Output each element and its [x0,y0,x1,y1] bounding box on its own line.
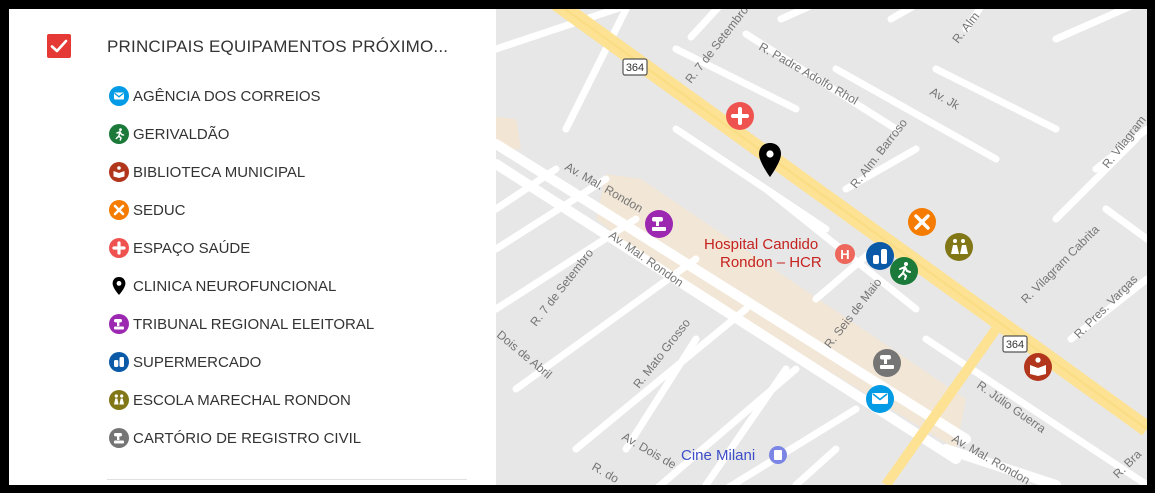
legend-item-escola[interactable]: ESCOLA MARECHAL RONDON [109,389,351,411]
legend-label: ESCOLA MARECHAL RONDON [133,391,351,409]
legend-item-supermercado[interactable]: SUPERMERCADO [109,351,261,373]
legend-label: SUPERMERCADO [133,353,262,371]
map-pin-icon [112,277,126,295]
cinema-icon[interactable] [769,446,787,464]
legend-label: BIBLIOTECA MUNICIPAL [133,163,306,181]
svg-text:R. Vilagram Cabrita: R. Vilagram Cabrita [1018,222,1102,306]
runner-icon [109,124,129,144]
route-shield-2: 364 [1002,335,1028,353]
map-canvas[interactable]: 364 364 R. 7 de Setembro R. Padre Adolfo… [496,9,1147,485]
svg-text:R. do: R. do [590,459,622,485]
svg-text:R. Júlio Guerra: R. Júlio Guerra [974,378,1048,436]
map-view[interactable]: 364 364 R. 7 de Setembro R. Padre Adolfo… [496,9,1147,485]
marker-correios[interactable] [866,385,894,413]
marker-seduc[interactable] [908,208,936,236]
hospital-icon[interactable]: H [835,244,855,264]
hospital-label-line1: Hospital Candido [704,236,818,253]
stamp-icon [109,428,129,448]
svg-text:364: 364 [1006,339,1024,351]
marker-escola[interactable] [945,233,973,261]
marker-gerivaldao[interactable] [890,257,918,285]
svg-text:Dois de Abril: Dois de Abril [496,328,555,382]
legend-item-correios[interactable]: AGÊNCIA DOS CORREIOS [109,85,321,107]
screenshot-frame: PRINCIPAIS EQUIPAMENTOS PRÓXIMO... AGÊNC… [0,0,1155,493]
legend-label: AGÊNCIA DOS CORREIOS [133,87,321,105]
legend-item-seduc[interactable]: SEDUC [109,199,186,221]
book-icon [109,162,129,182]
legend-item-tribunal[interactable]: TRIBUNAL REGIONAL ELEITORAL [109,313,374,335]
legend-label: TRIBUNAL REGIONAL ELEITORAL [133,315,375,333]
legend-item-biblioteca[interactable]: BIBLIOTECA MUNICIPAL [109,161,305,183]
cross-x-icon [109,200,129,220]
cinema-label: Cine Milani [681,447,755,464]
svg-text:R. 7 de Setembro: R. 7 de Setembro [527,246,596,329]
legend-label: CLINICA NEUROFUNCIONAL [133,277,337,295]
layer-title[interactable]: PRINCIPAIS EQUIPAMENTOS PRÓXIMO... [107,37,448,57]
legend-item-cartorio[interactable]: CARTÓRIO DE REGISTRO CIVIL [109,427,361,449]
svg-text:R. Alm. Barroso: R. Alm. Barroso [847,116,910,191]
layer-checkbox[interactable] [47,34,71,58]
legend-label: CARTÓRIO DE REGISTRO CIVIL [133,429,362,447]
legend-item-gerivaldao[interactable]: GERIVALDÃO [109,123,229,145]
marker-espaco-saude[interactable] [726,102,754,130]
legend-label: GERIVALDÃO [133,125,230,143]
hospital-label-line2: Rondon – HCR [720,254,822,271]
legend-label: ESPAÇO SAÚDE [133,239,251,257]
medical-cross-icon [109,238,129,258]
legend-label: SEDUC [133,201,186,219]
envelope-icon [109,86,129,106]
legend-item-clinica[interactable]: CLINICA NEUROFUNCIONAL [109,275,336,297]
gavel-icon [109,314,129,334]
marker-supermercado[interactable] [866,242,894,270]
children-icon [109,390,129,410]
svg-text:R. Pres. Vargas: R. Pres. Vargas [1071,272,1140,341]
shopping-icon [109,352,129,372]
svg-text:Av. Jk: Av. Jk [928,84,963,112]
svg-text:R. 7 de Setembro: R. 7 de Setembro [682,9,751,86]
svg-text:364: 364 [626,62,644,74]
svg-text:R. Alm: R. Alm [949,9,982,45]
marker-cartorio[interactable] [873,349,901,377]
legend-panel: PRINCIPAIS EQUIPAMENTOS PRÓXIMO... AGÊNC… [9,9,496,485]
marker-biblioteca[interactable] [1024,353,1052,381]
panel-divider [107,479,467,480]
marker-tribunal[interactable] [645,210,673,238]
svg-text:R. Vilagram: R. Vilagram [1099,113,1147,171]
svg-text:H: H [840,247,849,262]
route-shield-1: 364 [622,58,648,76]
legend-item-espaco-saude[interactable]: ESPAÇO SAÚDE [109,237,250,259]
